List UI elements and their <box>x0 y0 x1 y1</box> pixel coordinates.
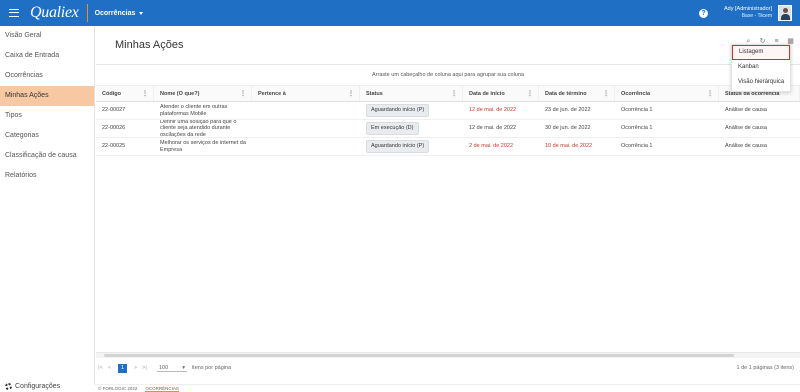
column-header-ocorrencia[interactable]: Ocorrência ⋮ <box>615 86 719 101</box>
column-header-codigo[interactable]: Código ⋮ <box>96 86 154 101</box>
sidebar-item-relatorios[interactable]: Relatórios <box>0 166 94 186</box>
user-name: Ady [Administrador] <box>724 6 772 12</box>
cell-end-date: 10 de mai. de 2022 <box>545 143 593 150</box>
grid-header: Código ⋮ Nome (O que?) ⋮ Pertence à ⋮ Statu… <box>96 86 800 102</box>
table-row[interactable]: 22-00027 Atender o cliente em outras pla… <box>96 102 800 120</box>
cell-pertence <box>252 138 360 155</box>
chevron-down-icon: ▾ <box>182 364 185 371</box>
data-grid: Arraste um cabeçalho de coluna aqui para… <box>96 64 800 182</box>
cell-name: Atender o cliente em outras plataformas … <box>160 104 228 117</box>
module-selector[interactable]: Ocorrências <box>95 10 144 17</box>
column-header-data-inicio[interactable]: Data de início ⋮ <box>463 86 539 101</box>
cell-start-date: 2 de mai. de 2022 <box>469 143 514 150</box>
sidebar-item-tipos[interactable]: Tipos <box>0 106 94 126</box>
column-menu-icon[interactable]: ⋮ <box>348 90 354 97</box>
user-info[interactable]: Ady [Administrador] Base - Tiicem <box>724 6 772 20</box>
cell-occurrence-status: Análise de causa <box>725 125 767 132</box>
user-base: Base - Tiicem <box>741 13 772 19</box>
pager: |< < 1 > >| 100 ▾ itens por página 1 de … <box>96 361 800 375</box>
column-menu-icon[interactable]: ⋮ <box>707 90 713 97</box>
cell-start-date: 12 de mai. de 2022 <box>469 125 517 132</box>
column-menu-icon[interactable]: ⋮ <box>603 90 609 97</box>
cell-status: Em execução (D) <box>360 120 463 137</box>
status-badge: Aguardando início (P) <box>366 140 430 153</box>
status-badge: Em execução (D) <box>366 122 419 135</box>
cell-name: Definir uma solução para que o cliente s… <box>160 120 237 137</box>
cell-status: Aguardando início (P) <box>360 102 463 119</box>
scrollbar-thumb[interactable] <box>104 354 734 357</box>
column-menu-icon[interactable]: ⋮ <box>527 90 533 97</box>
avatar[interactable] <box>778 5 792 21</box>
chevron-down-icon <box>139 11 144 15</box>
settings-label: Configurações <box>15 383 61 390</box>
last-page-button[interactable]: >| <box>140 365 149 371</box>
sidebar-item-classificacao-de-causa[interactable]: Classificação de causa <box>0 146 94 166</box>
cell-status: Aguardando início (P) <box>360 138 463 155</box>
cell-pertence <box>252 102 360 119</box>
sidebar-item-minhas-acoes[interactable]: Minhas Ações <box>0 86 94 106</box>
cell-occurrence: Ocorrência 1 <box>621 107 653 114</box>
cell-pertence <box>252 120 360 137</box>
cell-end-date: 30 de jun. de 2022 <box>545 125 591 132</box>
group-panel[interactable]: Arraste um cabeçalho de coluna aqui para… <box>96 65 800 86</box>
column-menu-icon[interactable]: ⋮ <box>451 90 457 97</box>
page-title: Minhas Ações <box>115 39 184 51</box>
cell-code: 22-00027 <box>102 107 126 114</box>
sidebar-item-ocorrencias[interactable]: Ocorrências <box>0 66 94 86</box>
column-menu-icon[interactable]: ⋮ <box>240 90 246 97</box>
sidebar-item-caixa-de-entrada[interactable]: Caixa de Entrada <box>0 46 94 66</box>
gear-icon <box>5 383 12 390</box>
column-menu-icon[interactable]: ⋮ <box>142 90 148 97</box>
page-size-label: itens por página <box>191 365 232 371</box>
cell-code: 22-00026 <box>102 125 126 132</box>
cell-name: Melhorar os serviços de internet da Empr… <box>160 140 246 153</box>
cell-code: 22-00025 <box>102 143 126 150</box>
copyright: © FORLOGIC 2022 <box>98 386 138 391</box>
sidebar-item-categorias[interactable]: Categorias <box>0 126 94 146</box>
horizontal-scrollbar[interactable] <box>96 352 800 358</box>
page-size-select[interactable]: 100 ▾ <box>157 365 187 372</box>
app-logo[interactable]: Qualiex <box>28 4 88 22</box>
column-header-status[interactable]: Status ⋮ <box>360 86 463 101</box>
column-header-data-termino[interactable]: Data de término ⋮ <box>539 86 615 101</box>
view-mode-dropdown: Listagem Kanban Visão hierárquica <box>731 44 791 92</box>
settings-link[interactable]: Configurações <box>5 383 60 390</box>
page-size-value: 100 <box>159 364 169 371</box>
prev-page-button[interactable]: < <box>105 365 114 371</box>
column-header-pertence[interactable]: Pertence à ⋮ <box>252 86 360 101</box>
cell-occurrence-status: Análise de causa <box>725 143 767 150</box>
sidebar-item-visao-geral[interactable]: Visão Geral <box>0 26 94 46</box>
footer: © FORLOGIC 2022 OCORRÊNCIAS <box>95 384 800 392</box>
view-option-listagem[interactable]: Listagem <box>732 45 790 60</box>
view-option-hierarquica[interactable]: Visão hierárquica <box>732 75 790 90</box>
grid-body: 22-00027 Atender o cliente em outras pla… <box>96 102 800 156</box>
status-badge: Aguardando início (P) <box>366 104 430 117</box>
main-content: Minhas Ações ⌕ ↻ ≡ ▦ Arraste um cabeçalh… <box>96 26 800 384</box>
module-label: Ocorrências <box>94 9 136 17</box>
table-row[interactable]: 22-00026 Definir uma solução para que o … <box>96 120 800 138</box>
column-header-nome[interactable]: Nome (O que?) ⋮ <box>154 86 252 101</box>
help-icon[interactable]: ? <box>699 8 708 18</box>
hamburger-menu-icon[interactable] <box>0 0 28 26</box>
cell-occurrence: Ocorrência 1 <box>621 125 653 132</box>
next-page-button[interactable]: > <box>131 365 140 371</box>
table-row[interactable]: 22-00025 Melhorar os serviços de interne… <box>96 138 800 156</box>
cell-start-date: 12 de mai. de 2022 <box>469 107 517 114</box>
first-page-button[interactable]: |< <box>96 365 105 371</box>
view-option-kanban[interactable]: Kanban <box>732 60 790 75</box>
page-info: 1 de 1 páginas (3 itens) <box>736 365 794 371</box>
cell-occurrence-status: Análise de causa <box>725 107 767 114</box>
cell-occurrence: Ocorrência 1 <box>621 143 653 150</box>
cell-end-date: 23 de jun. de 2022 <box>545 107 591 114</box>
footer-section-tab[interactable]: OCORRÊNCIAS <box>145 386 179 392</box>
top-bar: Qualiex Ocorrências ? Ady [Administrador… <box>0 0 800 26</box>
current-page-button[interactable]: 1 <box>118 363 127 373</box>
sidebar: Visão Geral Caixa de Entrada Ocorrências… <box>0 26 95 390</box>
